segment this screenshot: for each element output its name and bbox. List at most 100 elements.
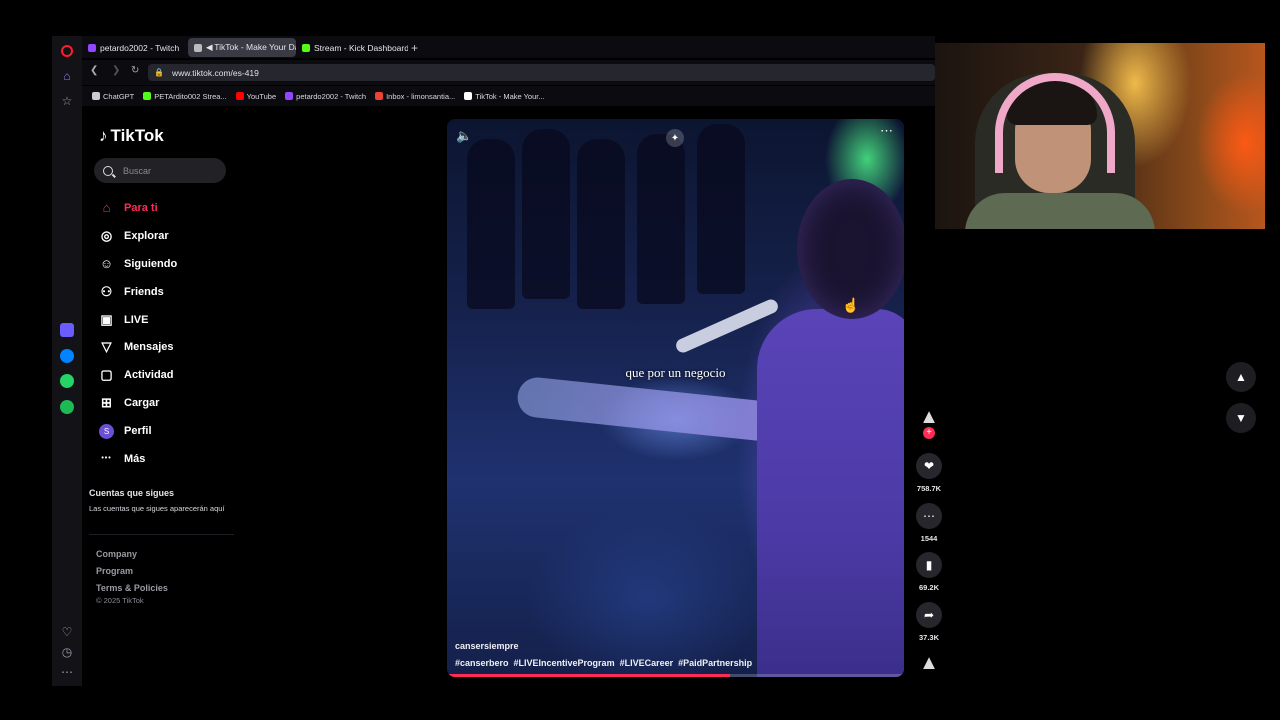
like-button[interactable]: ❤ 758.7K bbox=[914, 453, 944, 493]
main-nav: ⌂ Para ti ◎ Explorar ☺ Siguiendo ⚇ Friends ▣ LIVE… bbox=[98, 194, 238, 473]
tiktok-icon bbox=[464, 92, 473, 100]
tab-label: petardo2002 - Twitch bbox=[100, 42, 180, 53]
search-input[interactable]: Buscar bbox=[94, 158, 226, 183]
new-tab-button[interactable]: + bbox=[405, 38, 425, 57]
chevron-up-icon: ▲ bbox=[1235, 370, 1247, 384]
spotify-icon[interactable] bbox=[59, 399, 75, 415]
hashtag[interactable]: #PaidPartnership bbox=[678, 658, 752, 668]
share-arrow-icon: ➦ bbox=[916, 602, 942, 628]
nav-item-friends[interactable]: ⚇ Friends bbox=[98, 278, 238, 306]
nav-item-mensajes[interactable]: ▽ Mensajes bbox=[98, 333, 238, 361]
user-follow-icon: ☺ bbox=[99, 256, 114, 272]
nav-item-explorar[interactable]: ◎ Explorar bbox=[98, 222, 238, 250]
tab-kick[interactable]: Stream - Kick Dashboard bbox=[296, 38, 408, 57]
video-hashtags: #canserbero #LIVEIncentiveProgram #LIVEC… bbox=[455, 658, 752, 668]
tab-tiktok[interactable]: ◀ TikTok - Make Your Da bbox=[188, 38, 296, 57]
bookmark-chatgpt[interactable]: ChatGPT bbox=[92, 92, 134, 101]
tab-twitch[interactable]: petardo2002 - Twitch bbox=[82, 38, 186, 57]
aria-app-icon[interactable] bbox=[59, 322, 75, 338]
more-options-icon[interactable]: ⋯ bbox=[880, 123, 894, 139]
footer-link-company[interactable]: Company bbox=[96, 546, 168, 563]
bookmark-twitch[interactable]: petardo2002 - Twitch bbox=[285, 92, 366, 101]
home-icon: ⌂ bbox=[102, 200, 111, 216]
bookmark-tiktok[interactable]: TikTok - Make Your... bbox=[464, 92, 545, 101]
video-crowd bbox=[637, 134, 685, 304]
nav-label: Friends bbox=[124, 285, 164, 298]
url-field[interactable]: 🔒 www.tiktok.com/es-419 bbox=[148, 64, 935, 81]
messenger-icon[interactable] bbox=[59, 348, 75, 364]
nav-item-m-s[interactable]: ••• Más bbox=[98, 445, 238, 473]
video-progress-bar[interactable] bbox=[447, 674, 904, 677]
comment-icon: ⋯ bbox=[916, 503, 942, 529]
sparkle-icon[interactable]: ✦ bbox=[666, 129, 684, 147]
send-icon: ▽ bbox=[101, 339, 112, 355]
live-tv-icon: ▣ bbox=[100, 311, 113, 327]
history-icon[interactable]: ◷ bbox=[59, 644, 75, 660]
nav-item-cargar[interactable]: ⊞ Cargar bbox=[98, 389, 238, 417]
share-count: 37.3K bbox=[918, 633, 939, 642]
like-count: 758.7K bbox=[916, 484, 942, 493]
friends-icon: ⚇ bbox=[100, 283, 113, 299]
sound-disc-icon: ▲ bbox=[919, 652, 939, 674]
profile-initial: S bbox=[99, 423, 114, 439]
save-button[interactable]: ▮ 69.2K bbox=[914, 552, 944, 592]
previous-video-button[interactable]: ▲ bbox=[1226, 362, 1256, 392]
star-icon[interactable]: ☆ bbox=[59, 93, 75, 109]
tab-bar: petardo2002 - Twitch ◀ TikTok - Make You… bbox=[82, 36, 935, 58]
follow-plus-icon[interactable]: + bbox=[923, 427, 935, 439]
hashtag[interactable]: #LIVEIncentiveProgram bbox=[514, 658, 615, 668]
bookmark-youtube[interactable]: YouTube bbox=[235, 91, 277, 101]
nav-item-live[interactable]: ▣ LIVE bbox=[98, 306, 238, 334]
reload-button[interactable]: ↻ bbox=[131, 65, 139, 76]
twitch-icon bbox=[88, 43, 96, 52]
nav-item-siguiendo[interactable]: ☺ Siguiendo bbox=[98, 250, 238, 278]
nav-item-perfil[interactable]: S Perfil bbox=[98, 417, 238, 445]
url-text: www.tiktok.com/es-419 bbox=[171, 67, 259, 78]
save-count: 69.2K bbox=[918, 583, 939, 592]
comment-button[interactable]: ⋯ 1544 bbox=[914, 503, 944, 543]
video-author[interactable]: cansersiempre bbox=[455, 641, 519, 651]
video-player[interactable]: 🔈 ✦ ⋯ que por un negocio cansersiempre #… bbox=[447, 119, 904, 677]
nav-label: Para ti bbox=[124, 201, 158, 214]
whatsapp-icon[interactable] bbox=[59, 373, 75, 389]
tiktok-icon bbox=[194, 43, 202, 52]
nav-label: Actividad bbox=[124, 369, 174, 382]
nav-label: Siguiendo bbox=[124, 257, 178, 270]
bookmark-gmail[interactable]: Inbox - limonsantia... bbox=[375, 92, 455, 101]
heart-icon[interactable]: ♡ bbox=[59, 624, 75, 640]
forward-button[interactable]: ❯ bbox=[112, 65, 120, 76]
lock-icon: 🔒 bbox=[154, 68, 164, 77]
share-button[interactable]: ➦ 37.3K bbox=[914, 602, 944, 642]
more-icon[interactable]: ⋯ bbox=[59, 664, 75, 680]
youtube-icon bbox=[235, 92, 244, 100]
nav-label: Mensajes bbox=[124, 341, 174, 354]
bookmark-kick[interactable]: PETArdito002 Strea... bbox=[143, 91, 227, 101]
footer-link-terms[interactable]: Terms & Policies bbox=[96, 580, 168, 597]
hashtag[interactable]: #LIVECareer bbox=[620, 658, 674, 668]
tiktok-logo-text: TikTok bbox=[110, 126, 164, 145]
browser-sidebar-rail: ⌂ ☆ ♡ ◷ ⋯ bbox=[52, 36, 82, 686]
creator-avatar[interactable]: ▲ + bbox=[914, 405, 944, 439]
sound-disc[interactable]: ▲ bbox=[914, 651, 944, 675]
plus-icon: + bbox=[411, 40, 419, 55]
more-icon: ••• bbox=[101, 455, 112, 463]
following-heading: Cuentas que sigues bbox=[89, 488, 175, 498]
tiktok-note-icon: ♪ bbox=[99, 126, 108, 145]
bookmark-label: YouTube bbox=[246, 91, 277, 101]
tiktok-logo[interactable]: ♪ TikTok bbox=[99, 126, 164, 146]
nav-item-actividad[interactable]: ▢ Actividad bbox=[98, 361, 238, 389]
search-icon bbox=[103, 165, 113, 176]
volume-icon[interactable]: 🔈 bbox=[456, 128, 472, 144]
following-empty-text: Las cuentas que sigues aparecerán aquí bbox=[89, 504, 225, 513]
footer-link-program[interactable]: Program bbox=[96, 563, 168, 580]
video-arm bbox=[515, 375, 779, 443]
opera-logo-icon[interactable] bbox=[59, 43, 75, 59]
hashtag[interactable]: #canserbero bbox=[455, 658, 509, 668]
back-button[interactable]: ❮ bbox=[90, 65, 98, 76]
upload-icon: ⊞ bbox=[101, 395, 112, 411]
nav-item-para-ti[interactable]: ⌂ Para ti bbox=[98, 194, 238, 222]
next-video-button[interactable]: ▼ bbox=[1226, 403, 1256, 433]
bookmark-label: PETArdito002 Strea... bbox=[154, 91, 227, 101]
home-icon[interactable]: ⌂ bbox=[59, 68, 75, 84]
nav-label: LIVE bbox=[124, 313, 149, 326]
